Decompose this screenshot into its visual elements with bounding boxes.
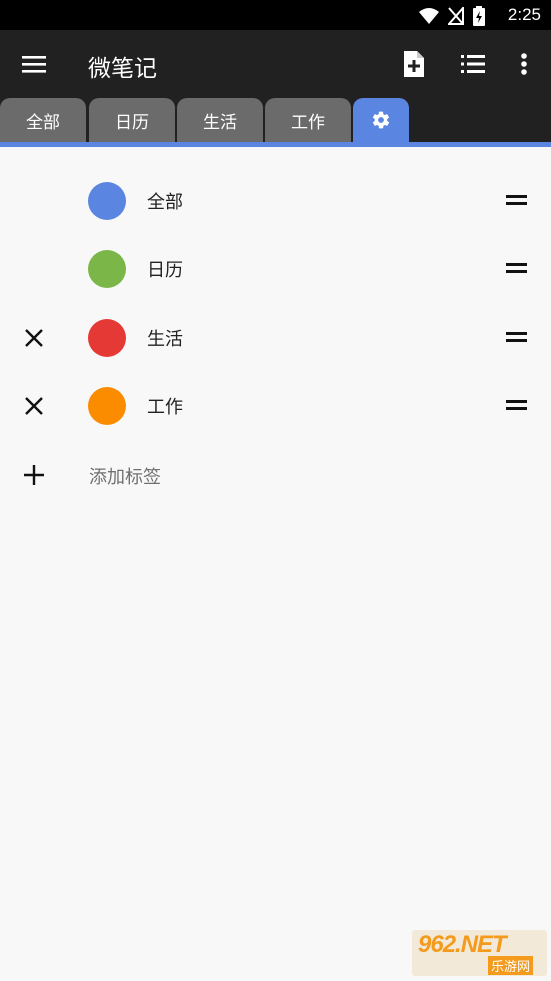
tag-row: 日历 — [0, 235, 551, 303]
tag-label[interactable]: 工作 — [147, 393, 183, 419]
watermark-logo: 962.NET 乐游网 — [412, 930, 547, 976]
add-icon — [24, 465, 44, 485]
tag-label[interactable]: 日历 — [147, 256, 183, 282]
tab-settings[interactable] — [353, 98, 409, 142]
tab-all[interactable]: 全部 — [0, 98, 86, 142]
tag-label[interactable]: 全部 — [147, 188, 183, 214]
drag-handle-icon[interactable] — [506, 195, 527, 207]
tab-life[interactable]: 生活 — [177, 98, 263, 142]
tag-color-dot[interactable] — [88, 250, 126, 288]
delete-icon[interactable] — [20, 392, 48, 420]
tag-color-dot[interactable] — [88, 387, 126, 425]
tab-label: 工作 — [291, 112, 325, 133]
watermark-text: 962.NET — [418, 931, 507, 958]
tab-work[interactable]: 工作 — [265, 98, 351, 142]
status-icons — [419, 6, 485, 26]
tab-indicator — [0, 142, 551, 147]
delete-icon[interactable] — [20, 324, 48, 352]
tab-label: 全部 — [26, 112, 60, 133]
drag-handle-icon[interactable] — [506, 400, 527, 412]
note-add-icon[interactable] — [397, 47, 431, 81]
menu-icon[interactable] — [16, 48, 52, 80]
status-time: 2:25 — [507, 5, 541, 24]
tab-bar: 全部 日历 生活 工作 — [0, 98, 551, 142]
add-tag-label: 添加标签 — [89, 467, 161, 488]
battery-charging-icon — [473, 6, 485, 26]
tab-label: 生活 — [203, 112, 237, 133]
tab-calendar[interactable]: 日历 — [89, 98, 175, 142]
tag-row: 生活 — [0, 304, 551, 372]
tag-row: 全部 — [0, 167, 551, 235]
drag-handle-icon[interactable] — [506, 263, 527, 275]
tag-color-dot[interactable] — [88, 182, 126, 220]
wifi-icon — [419, 8, 439, 24]
tag-color-dot[interactable] — [88, 319, 126, 357]
watermark-subtext: 乐游网 — [488, 956, 534, 975]
tag-row: 工作 — [0, 372, 551, 440]
settings-icon — [372, 111, 390, 129]
status-bar: 2:25 — [0, 0, 551, 30]
drag-handle-icon[interactable] — [506, 332, 527, 344]
no-signal-icon — [448, 7, 464, 25]
more-vert-icon[interactable] — [507, 47, 541, 81]
add-tag-button[interactable]: 添加标签 — [0, 442, 551, 510]
app-bar: 微笔记 — [0, 30, 551, 98]
app-title: 微笔记 — [88, 56, 157, 82]
list-icon[interactable] — [456, 47, 490, 81]
tab-label: 日历 — [115, 112, 149, 133]
tag-label[interactable]: 生活 — [147, 325, 183, 351]
